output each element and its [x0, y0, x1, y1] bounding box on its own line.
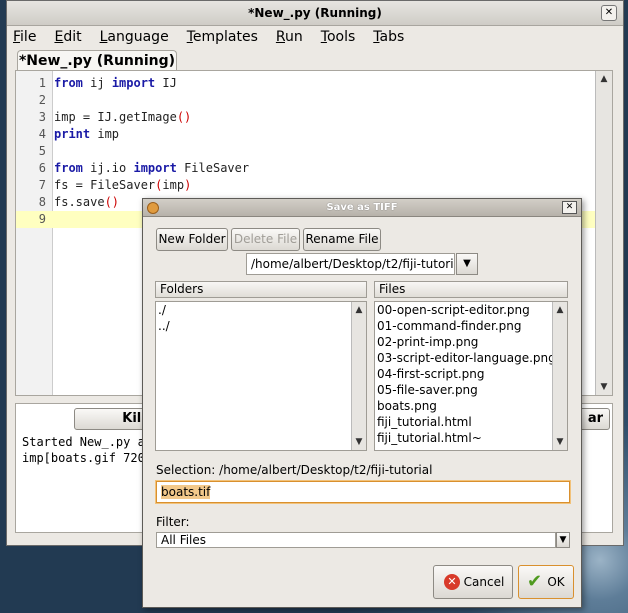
list-item[interactable]: 01-command-finder.png	[375, 318, 567, 334]
menu-tools[interactable]: Tools	[321, 29, 356, 45]
menu-bar: File Edit Language Templates Run Tools T…	[7, 26, 623, 48]
cancel-label: Cancel	[463, 575, 505, 589]
line-number: 3	[38, 110, 46, 124]
rename-file-button[interactable]: Rename File	[303, 228, 381, 251]
line-number: 2	[38, 93, 46, 107]
list-item[interactable]: 04-first-script.png	[375, 366, 567, 382]
line-number: 7	[38, 178, 46, 192]
line-number: 1	[38, 76, 46, 90]
code-line: 3 imp = IJ.getImage()	[16, 109, 596, 126]
line-number: 8	[38, 195, 46, 209]
scroll-down-icon[interactable]: ▼	[352, 435, 366, 449]
files-scrollbar[interactable]: ▲ ▼	[552, 302, 567, 450]
delete-file-button[interactable]: Delete File	[231, 228, 300, 251]
files-list[interactable]: 00-open-script-editor.png 01-command-fin…	[374, 301, 568, 451]
chevron-down-icon: ▼	[463, 258, 471, 269]
path-dropdown-button[interactable]: ▼	[456, 253, 478, 275]
close-icon: ✕	[604, 7, 614, 18]
cancel-icon: ✕	[444, 574, 460, 590]
code-text: imp = IJ.getImage()	[54, 110, 192, 124]
code-text: fs = FileSaver(imp)	[54, 178, 192, 192]
console-output: Started New_.py at imp[boats.gif 720x	[22, 434, 152, 466]
ok-label: OK	[547, 575, 565, 589]
list-item[interactable]: ../	[156, 318, 366, 334]
selection-label: Selection: /home/albert/Desktop/t2/fiji-…	[156, 463, 433, 477]
filename-value: boats.tif	[161, 485, 211, 499]
list-item[interactable]: 02-print-imp.png	[375, 334, 567, 350]
filename-input[interactable]: boats.tif	[156, 481, 570, 503]
list-item[interactable]: 03-script-editor-language.png	[375, 350, 567, 366]
code-text: print imp	[54, 127, 120, 141]
dialog-title: Save as TIFF	[326, 202, 398, 213]
line-number: 6	[38, 161, 46, 175]
filter-label: Filter:	[156, 515, 190, 529]
new-folder-button[interactable]: New Folder	[156, 228, 228, 251]
menu-tabs[interactable]: Tabs	[373, 29, 404, 45]
folders-header[interactable]: Folders	[155, 281, 367, 298]
cancel-button[interactable]: ✕ Cancel	[433, 565, 513, 599]
folders-scrollbar[interactable]: ▲ ▼	[351, 302, 366, 450]
scroll-up-icon[interactable]: ▲	[352, 303, 366, 317]
console-line: Started New_.py at	[22, 435, 153, 449]
window-title: *New_.py (Running)	[248, 6, 382, 20]
menu-edit[interactable]: Edit	[54, 29, 81, 45]
scroll-up-icon[interactable]: ▲	[597, 72, 611, 86]
close-icon: ✕	[565, 202, 574, 212]
dialog-menu-icon[interactable]	[147, 202, 159, 214]
files-header[interactable]: Files	[374, 281, 568, 298]
line-number: 4	[38, 127, 46, 141]
path-combo[interactable]: /home/albert/Desktop/t2/fiji-tutorial	[246, 253, 455, 275]
tab-new-py[interactable]: *New_.py (Running)	[17, 50, 177, 71]
scroll-down-icon[interactable]: ▼	[553, 435, 567, 449]
list-item[interactable]: fiji_tutorial.html~	[375, 430, 567, 446]
ok-button[interactable]: ✔ OK	[518, 565, 574, 599]
filter-dropdown-button[interactable]: ▼	[556, 532, 570, 548]
list-item[interactable]: 00-open-script-editor.png	[375, 302, 567, 318]
code-text: fs.save()	[54, 195, 120, 209]
save-as-tiff-dialog: Save as TIFF ✕ New Folder Delete File Re…	[142, 198, 582, 608]
menu-language[interactable]: Language	[100, 29, 169, 45]
list-item[interactable]: ./	[156, 302, 366, 318]
line-number: 5	[38, 144, 46, 158]
menu-templates[interactable]: Templates	[187, 29, 258, 45]
menu-run[interactable]: Run	[276, 29, 303, 45]
list-item[interactable]: 05-file-saver.png	[375, 382, 567, 398]
code-line: 1 from ij import IJ	[16, 75, 596, 92]
window-close-button[interactable]: ✕	[601, 5, 617, 21]
scroll-down-icon[interactable]: ▼	[597, 380, 611, 394]
dialog-close-button[interactable]: ✕	[562, 201, 577, 214]
console-line: imp[boats.gif 720x	[22, 451, 153, 465]
code-line: 7 fs = FileSaver(imp)	[16, 177, 596, 194]
line-number: 9	[38, 212, 46, 226]
code-line: 5	[16, 143, 596, 160]
code-line: 4 print imp	[16, 126, 596, 143]
folders-list[interactable]: ./ ../ ▲ ▼	[155, 301, 367, 451]
code-text: from ij.io import FileSaver	[54, 161, 250, 175]
dialog-titlebar: Save as TIFF ✕	[143, 199, 581, 217]
filter-select[interactable]: All Files	[156, 532, 556, 548]
scroll-up-icon[interactable]: ▲	[553, 303, 567, 317]
list-item[interactable]: boats.png	[375, 398, 567, 414]
code-text: from ij import IJ	[54, 76, 177, 90]
list-item[interactable]: fiji_tutorial.html	[375, 414, 567, 430]
checkmark-icon: ✔	[527, 571, 543, 592]
menu-file[interactable]: File	[13, 29, 36, 45]
chevron-down-icon: ▼	[559, 535, 567, 545]
editor-vertical-scrollbar[interactable]: ▲ ▼	[595, 71, 612, 395]
window-titlebar: *New_.py (Running) ✕	[7, 1, 623, 26]
code-line: 6 from ij.io import FileSaver	[16, 160, 596, 177]
code-line: 2	[16, 92, 596, 109]
